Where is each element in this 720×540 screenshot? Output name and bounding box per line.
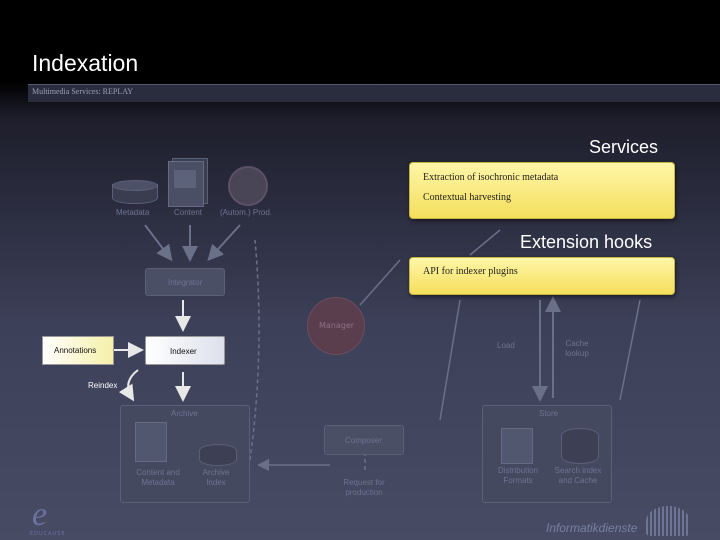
store-distribution-label: Distribution Formats	[497, 466, 538, 485]
source-prod-label: (Autom.) Prod.	[220, 208, 273, 217]
reindex-label: Reindex	[88, 381, 118, 390]
extension-item-api: API for indexer plugins	[423, 266, 518, 277]
archive-box: Archive Content and Metadata Archive Ind…	[120, 405, 250, 503]
extension-heading: Extension hooks	[520, 232, 653, 252]
archive-doc-icon	[135, 422, 167, 462]
service-item-isochronic: Extraction of isochronic metadata	[423, 172, 559, 183]
integrator-box: Integrator	[145, 268, 225, 296]
store-search-index-label: Search index and Cache	[554, 466, 602, 485]
request-dashed-line	[249, 239, 260, 461]
store-db-icon	[561, 428, 599, 464]
cache-lookup-label: Cache lookup	[565, 339, 589, 358]
indexer-box: Indexer	[145, 336, 225, 365]
metadata-arrow	[144, 224, 173, 262]
educause-logo: e EDUCAUSE	[28, 496, 88, 538]
metadata-db-icon	[112, 180, 158, 204]
archive-label: Archive	[171, 409, 198, 418]
manager-label: Manager	[319, 321, 355, 330]
extension-callout: API for indexer plugins	[409, 257, 675, 295]
informatikdienste-logo-text: Informatikdienste	[546, 521, 638, 535]
indexer-label: Indexer	[170, 347, 197, 356]
educause-logo-letter: e	[32, 496, 48, 533]
prod-arrow	[207, 224, 241, 261]
manager-circle: Manager	[307, 297, 365, 355]
production-icon	[228, 166, 268, 206]
composer-box: Composer	[324, 425, 404, 455]
annotations-label: Annotations	[54, 346, 97, 355]
composer-label: Composer	[345, 436, 382, 445]
service-item-harvesting: Contextual harvesting	[423, 192, 512, 203]
source-metadata-label: Metadata	[116, 208, 150, 217]
educause-logo-text: EDUCAUSE	[30, 531, 66, 537]
services-heading: Services	[589, 137, 659, 157]
archive-content-metadata-label: Content and Metadata	[136, 468, 180, 487]
archive-db-icon	[199, 444, 237, 466]
integrator-label: Integrator	[168, 278, 203, 287]
load-label: Load	[497, 341, 515, 350]
store-box: Store Distribution Formats Search index …	[482, 405, 612, 503]
services-callout: Extraction of isochronic metadata Contex…	[409, 162, 675, 219]
request-label: Request for production	[343, 478, 385, 497]
reindex-arrow	[118, 369, 139, 402]
content-doc-icon	[168, 158, 208, 207]
annotations-box: Annotations	[42, 336, 114, 365]
store-doc-icon	[501, 428, 533, 464]
store-label: Store	[539, 409, 559, 418]
informatikdienste-emblem-icon	[646, 506, 690, 536]
archive-index-label: Archive Index	[202, 468, 230, 487]
source-content-label: Content	[174, 208, 203, 217]
